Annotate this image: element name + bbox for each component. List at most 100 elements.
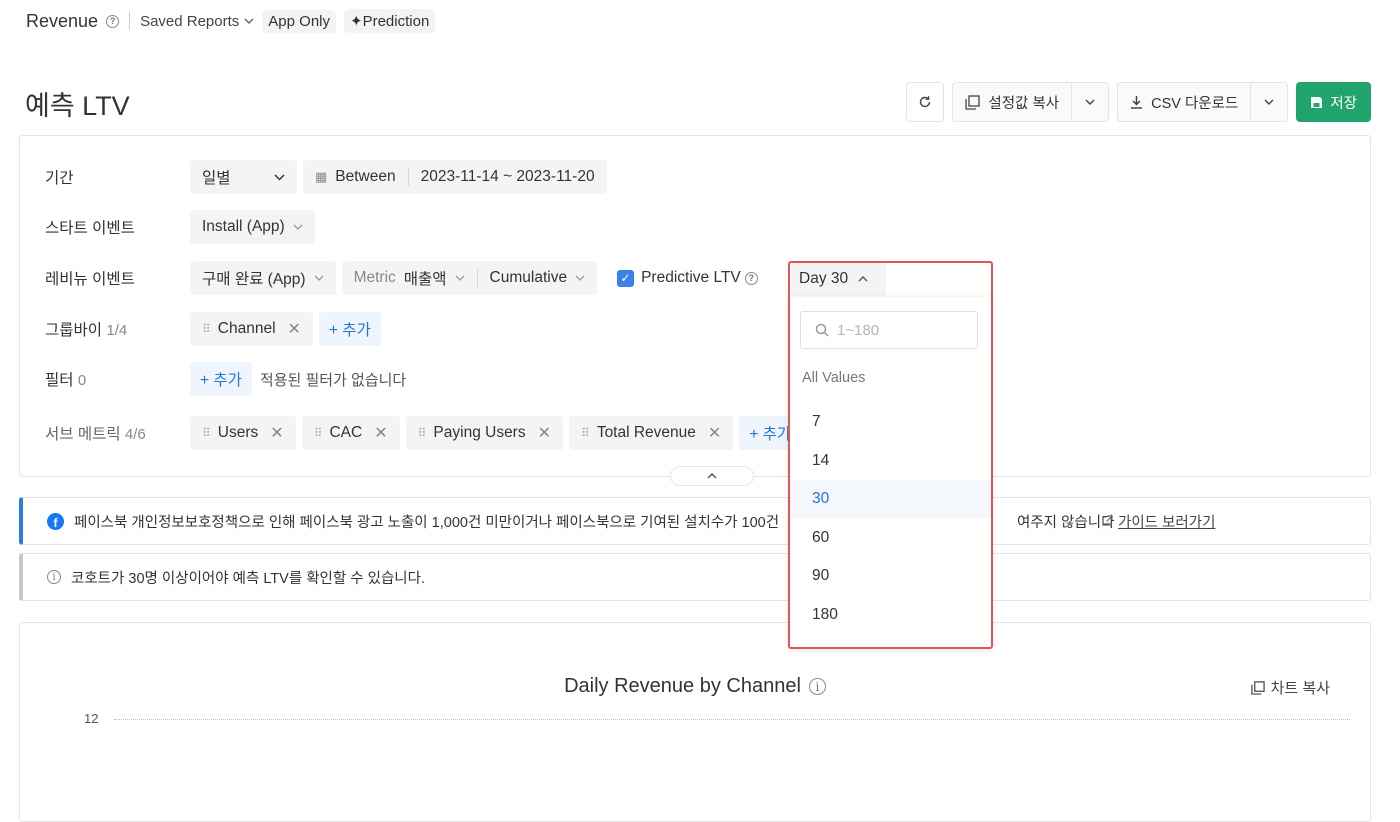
sub-metric-chip-label: CAC xyxy=(329,424,363,441)
checkbox-checked-icon[interactable]: ✓ xyxy=(617,269,635,287)
csv-download-split-button: CSV 다운로드 xyxy=(1117,82,1289,122)
sub-metric-chip[interactable]: ⠿ CAC ✕ xyxy=(301,416,400,450)
granularity-value: 일별 xyxy=(202,170,231,187)
close-icon[interactable]: ✕ xyxy=(270,423,283,443)
start-event-select[interactable]: Install (App) xyxy=(190,210,315,244)
mode-select[interactable]: Cumulative xyxy=(490,269,586,287)
calendar-icon: ▦ xyxy=(315,169,328,184)
copy-chart-button[interactable]: 차트 복사 xyxy=(1250,677,1330,698)
groupby-chip[interactable]: ⠿ Channel ✕ xyxy=(190,312,313,346)
close-icon[interactable]: ✕ xyxy=(288,319,301,339)
saved-reports-label: Saved Reports xyxy=(140,12,240,30)
chart-title-group: Daily Revenue by Channel i xyxy=(20,675,1370,698)
mode-value: Cumulative xyxy=(489,269,568,286)
refresh-icon xyxy=(920,96,931,108)
chevron-down-icon xyxy=(575,275,585,281)
date-range-value: 2023-11-14 ~ 2023-11-20 xyxy=(420,168,595,185)
filter-label: 필터 xyxy=(45,372,74,389)
chart-card: Daily Revenue by Channel i 차트 복사 12 xyxy=(19,622,1371,822)
facebook-icon: f xyxy=(47,512,64,530)
sub-metric-chip[interactable]: ⠿ Users ✕ xyxy=(190,416,296,450)
close-icon[interactable]: ✕ xyxy=(538,423,551,443)
sub-metrics-label: 서브 메트릭 xyxy=(45,426,121,443)
guide-link-label: 가이드 보러가기 xyxy=(1118,514,1216,531)
chevron-down-icon xyxy=(244,18,254,24)
copy-settings-label: 설정값 복사 xyxy=(988,95,1060,112)
save-label: 저장 xyxy=(1330,95,1357,112)
date-operator: Between xyxy=(335,168,396,185)
refresh-button[interactable] xyxy=(906,82,945,122)
divider xyxy=(407,168,409,186)
groupby-chip-label: Channel xyxy=(217,320,276,337)
drag-handle-icon[interactable]: ⠿ xyxy=(418,426,427,440)
copy-settings-button[interactable]: 설정값 복사 xyxy=(953,83,1073,121)
help-icon[interactable]: ? xyxy=(106,14,120,28)
groupby-label-group: 그룹바이 1/4 xyxy=(45,318,190,340)
close-icon[interactable]: ✕ xyxy=(374,423,387,443)
prediction-badge[interactable]: ✦Prediction xyxy=(344,9,436,33)
drag-handle-icon[interactable]: ⠿ xyxy=(581,426,590,440)
metric-select[interactable]: 매출액 xyxy=(404,267,465,289)
info-icon: i xyxy=(47,570,61,584)
settings-panel: 기간 일별 ▦ Between 2023-11-14 ~ 2023-11-20 … xyxy=(19,135,1371,486)
drag-handle-icon[interactable]: ⠿ xyxy=(314,426,323,440)
start-event-value: Install (App) xyxy=(202,218,285,235)
app-only-badge[interactable]: App Only xyxy=(262,9,336,33)
period-label: 기간 xyxy=(45,170,74,187)
groupby-row: 그룹바이 1/4 ⠿ Channel ✕ + 추가 xyxy=(45,312,389,346)
metric-select-group: Metric 매출액 Cumulative xyxy=(341,261,598,295)
chevron-down-icon xyxy=(274,173,285,181)
close-icon[interactable]: ✕ xyxy=(708,423,721,443)
groupby-label: 그룹바이 xyxy=(45,322,103,339)
toolbar: 설정값 복사 CSV 다운로드 저장 xyxy=(906,82,1371,122)
copy-settings-menu-button[interactable] xyxy=(1072,83,1108,121)
sub-metric-chip[interactable]: ⠿ Total Revenue ✕ xyxy=(569,416,734,450)
revenue-event-label: 레비뉴 이벤트 xyxy=(45,271,135,288)
cohort-notice: i 코호트가 30명 이상이어야 예측 LTV를 확인할 수 있습니다. xyxy=(19,553,1371,601)
revenue-event-select[interactable]: 구매 완료 (App) xyxy=(190,261,336,295)
revenue-event-row: 레비뉴 이벤트 구매 완료 (App) Metric 매출액 Cumulativ… xyxy=(45,261,758,295)
facebook-notice-text-tail: 여주지 않습니다 xyxy=(1017,514,1115,531)
csv-download-label: CSV 다운로드 xyxy=(1151,95,1239,112)
y-axis-tick: 12 xyxy=(84,711,99,726)
start-event-row: 스타트 이벤트 Install (App) xyxy=(45,210,321,244)
add-filter-button[interactable]: + 추가 xyxy=(190,362,252,396)
guide-link[interactable]: 가이드 보러가기 xyxy=(1101,511,1215,532)
divider xyxy=(476,269,478,287)
chevron-up-icon xyxy=(707,473,717,479)
collapse-panel-button[interactable] xyxy=(670,466,754,486)
granularity-select[interactable]: 일별 xyxy=(190,160,297,194)
chart-title: Daily Revenue by Channel xyxy=(564,675,801,697)
sub-metrics-label-group: 서브 메트릭 4/6 xyxy=(45,422,190,444)
drag-handle-icon[interactable]: ⠿ xyxy=(202,322,211,336)
csv-download-menu-button[interactable] xyxy=(1251,83,1287,121)
csv-download-button[interactable]: CSV 다운로드 xyxy=(1118,83,1252,121)
help-icon[interactable]: ? xyxy=(744,271,758,285)
predictive-ltv-label: Predictive LTV xyxy=(641,269,741,286)
page-title: 예측 LTV xyxy=(25,91,130,121)
copy-icon xyxy=(1250,680,1265,695)
download-icon xyxy=(1131,96,1143,109)
dropdown-highlight-frame xyxy=(788,261,993,649)
add-groupby-button[interactable]: + 추가 xyxy=(318,312,381,346)
chevron-down-icon xyxy=(455,275,465,281)
predictive-ltv-toggle[interactable]: ✓ Predictive LTV ? xyxy=(617,269,758,287)
drag-handle-icon[interactable]: ⠿ xyxy=(202,426,211,440)
save-button[interactable]: 저장 xyxy=(1296,82,1371,122)
floppy-disk-icon xyxy=(1311,96,1323,108)
saved-reports-dropdown[interactable]: Saved Reports xyxy=(140,13,254,30)
date-range-picker[interactable]: ▦ Between 2023-11-14 ~ 2023-11-20 xyxy=(303,160,607,194)
external-link-icon xyxy=(1102,515,1113,526)
sub-metric-chip-label: Users xyxy=(217,424,259,441)
cohort-notice-text: 코호트가 30명 이상이어야 예측 LTV를 확인할 수 있습니다. xyxy=(71,570,426,587)
chevron-down-icon xyxy=(1264,99,1274,105)
no-filter-text: 적용된 필터가 없습니다 xyxy=(259,371,407,389)
info-icon[interactable]: i xyxy=(808,678,826,695)
chevron-down-icon xyxy=(293,224,303,230)
top-bar: Revenue ? Saved Reports App Only ✦Predic… xyxy=(26,8,436,34)
sub-metric-chip[interactable]: ⠿ Paying Users ✕ xyxy=(405,416,564,450)
sub-metric-chip-label: Paying Users xyxy=(433,424,526,441)
metric-label: Metric xyxy=(353,269,396,286)
period-row: 기간 일별 ▦ Between 2023-11-14 ~ 2023-11-20 xyxy=(45,160,613,194)
divider xyxy=(129,12,131,30)
